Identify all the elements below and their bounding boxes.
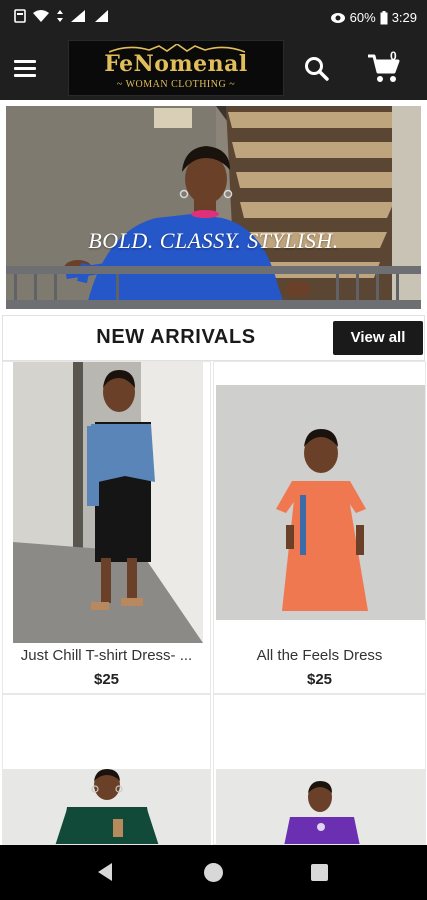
product-image (3, 769, 210, 844)
system-nav-bar (0, 845, 427, 900)
product-card[interactable]: Just Chill T-shirt Dress- ... $25 (2, 361, 211, 694)
hero-tagline: BOLD. CLASSY. STYLISH. (88, 228, 339, 253)
signal-icon-2 (95, 10, 108, 22)
product-price: $25 (306, 671, 333, 688)
battery-percent: 60% (349, 10, 376, 25)
product-image (13, 362, 203, 643)
section-title: NEW ARRIVALS (96, 326, 256, 348)
back-icon[interactable] (96, 862, 114, 882)
cart-count-badge: 0 (390, 49, 397, 63)
hero-photo (6, 106, 421, 309)
view-all-button[interactable]: View all (333, 321, 423, 355)
signal-icon (71, 10, 85, 22)
product-card[interactable] (213, 694, 426, 845)
data-arrows-icon (57, 10, 63, 22)
battery-icon (380, 10, 388, 24)
app-notification-icon (14, 9, 26, 23)
product-grid: Just Chill T-shirt Dress- ... $25 All th… (0, 361, 427, 845)
search-icon[interactable] (302, 54, 332, 84)
app-bar: FeNomenal ~ WOMAN CLOTHING ~ 0 (0, 36, 427, 100)
logo-tagline: ~ WOMAN CLOTHING ~ (116, 79, 236, 90)
product-name: Just Chill T-shirt Dress- ... (20, 647, 193, 664)
status-icons-left (14, 9, 110, 23)
shopping-cart-icon[interactable] (366, 52, 406, 86)
product-card[interactable]: All the Feels Dress $25 (213, 361, 426, 694)
home-icon[interactable] (204, 863, 223, 882)
logo-wordmark: FeNomenal (104, 51, 248, 77)
brand-logo[interactable]: FeNomenal ~ WOMAN CLOTHING ~ (68, 40, 284, 96)
product-price: $25 (93, 671, 120, 688)
product-card[interactable] (2, 694, 211, 845)
product-image (216, 769, 425, 844)
status-bar: 60% 3:29 (0, 0, 427, 36)
hero-banner[interactable]: BOLD. CLASSY. STYLISH. (6, 106, 421, 309)
product-name: All the Feels Dress (256, 647, 383, 664)
product-image (216, 385, 425, 620)
wifi-icon (33, 10, 49, 22)
new-arrivals-header: NEW ARRIVALS View all (2, 315, 425, 361)
recent-apps-icon[interactable] (311, 864, 328, 881)
eye-comfort-icon (330, 12, 345, 23)
hamburger-menu-icon[interactable] (14, 50, 50, 86)
status-icons-right: 60% 3:29 (330, 10, 417, 25)
clock: 3:29 (391, 10, 417, 25)
